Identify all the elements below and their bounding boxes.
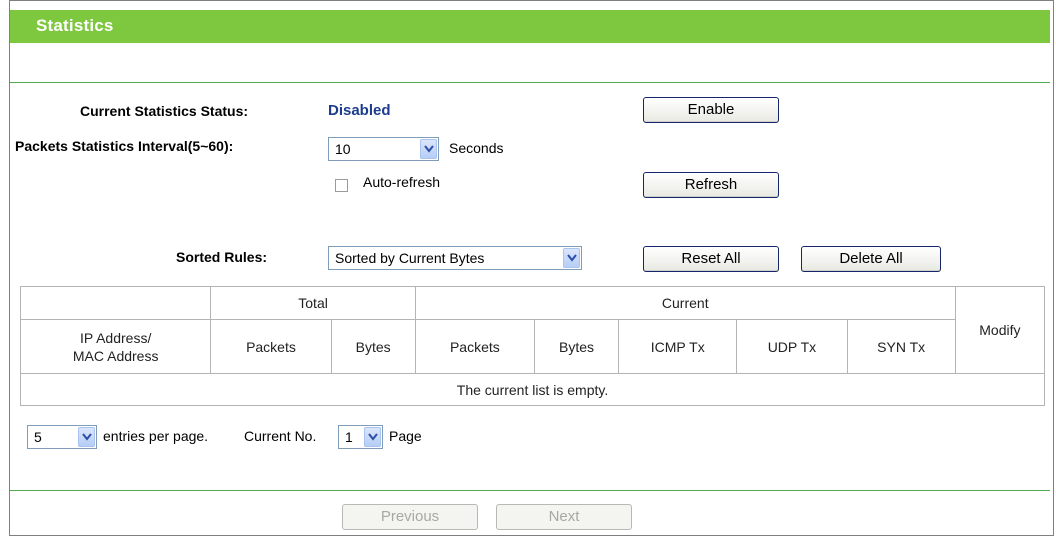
page-label: Page [389, 428, 422, 444]
interval-select-value: 10 [335, 141, 351, 157]
delete-all-button[interactable]: Delete All [801, 246, 941, 272]
entries-per-page-label: entries per page. [103, 428, 209, 444]
table-header-total-bytes: Bytes [330, 319, 416, 374]
current-page-value: 1 [345, 429, 353, 445]
interval-label: Packets Statistics Interval(5~60): [15, 138, 234, 154]
sort-select-value: Sorted by Current Bytes [335, 250, 485, 266]
refresh-button[interactable]: Refresh [643, 172, 779, 198]
current-no-label: Current No. [244, 428, 317, 444]
table-header-ip-mac: IP Address/ MAC Address [19, 319, 212, 374]
status-value: Disabled [328, 102, 391, 119]
sort-label: Sorted Rules: [176, 249, 268, 265]
interval-select[interactable]: 10 [328, 137, 439, 161]
entries-per-page-value: 5 [34, 429, 42, 445]
chevron-down-icon [563, 248, 580, 268]
table-header-syn-tx: SYN Tx [846, 319, 956, 374]
table-header-total-packets: Packets [210, 319, 332, 374]
next-button[interactable]: Next [496, 504, 632, 530]
sort-select[interactable]: Sorted by Current Bytes [328, 246, 582, 270]
chevron-down-icon [78, 427, 95, 447]
enable-button[interactable]: Enable [643, 97, 779, 123]
statistics-table: Total Current Modify IP Address/ MAC Add… [19, 286, 1046, 406]
table-header-empty [19, 286, 212, 320]
table-empty-row: The current list is empty. [20, 373, 1045, 406]
previous-button[interactable]: Previous [342, 504, 478, 530]
page-title: Statistics [36, 16, 114, 35]
auto-refresh-checkbox[interactable] [335, 179, 348, 192]
table-empty-message: The current list is empty. [20, 373, 1045, 406]
reset-all-button[interactable]: Reset All [643, 246, 779, 272]
page-header: Statistics [10, 10, 1050, 43]
table-header-current-bytes: Bytes [533, 319, 620, 374]
divider-bottom [10, 490, 1050, 491]
table-column-header-row: IP Address/ MAC Address Packets Bytes Pa… [19, 319, 1045, 374]
divider-top [10, 82, 1050, 83]
table-header-current: Current [414, 286, 956, 320]
interval-unit: Seconds [449, 140, 504, 156]
table-header-total: Total [210, 286, 416, 320]
table-group-header-row: Total Current Modify [19, 286, 1046, 374]
status-label: Current Statistics Status: [80, 103, 249, 119]
table-header-icmp-tx: ICMP Tx [618, 319, 738, 374]
chevron-down-icon [364, 427, 381, 447]
entries-per-page-select[interactable]: 5 [27, 425, 97, 449]
table-header-udp-tx: UDP Tx [736, 319, 848, 374]
table-header-modify: Modify [954, 286, 1046, 374]
chevron-down-icon [420, 139, 437, 159]
current-page-select[interactable]: 1 [338, 425, 383, 449]
table-header-current-packets: Packets [414, 319, 535, 374]
auto-refresh-label: Auto-refresh [363, 174, 441, 190]
